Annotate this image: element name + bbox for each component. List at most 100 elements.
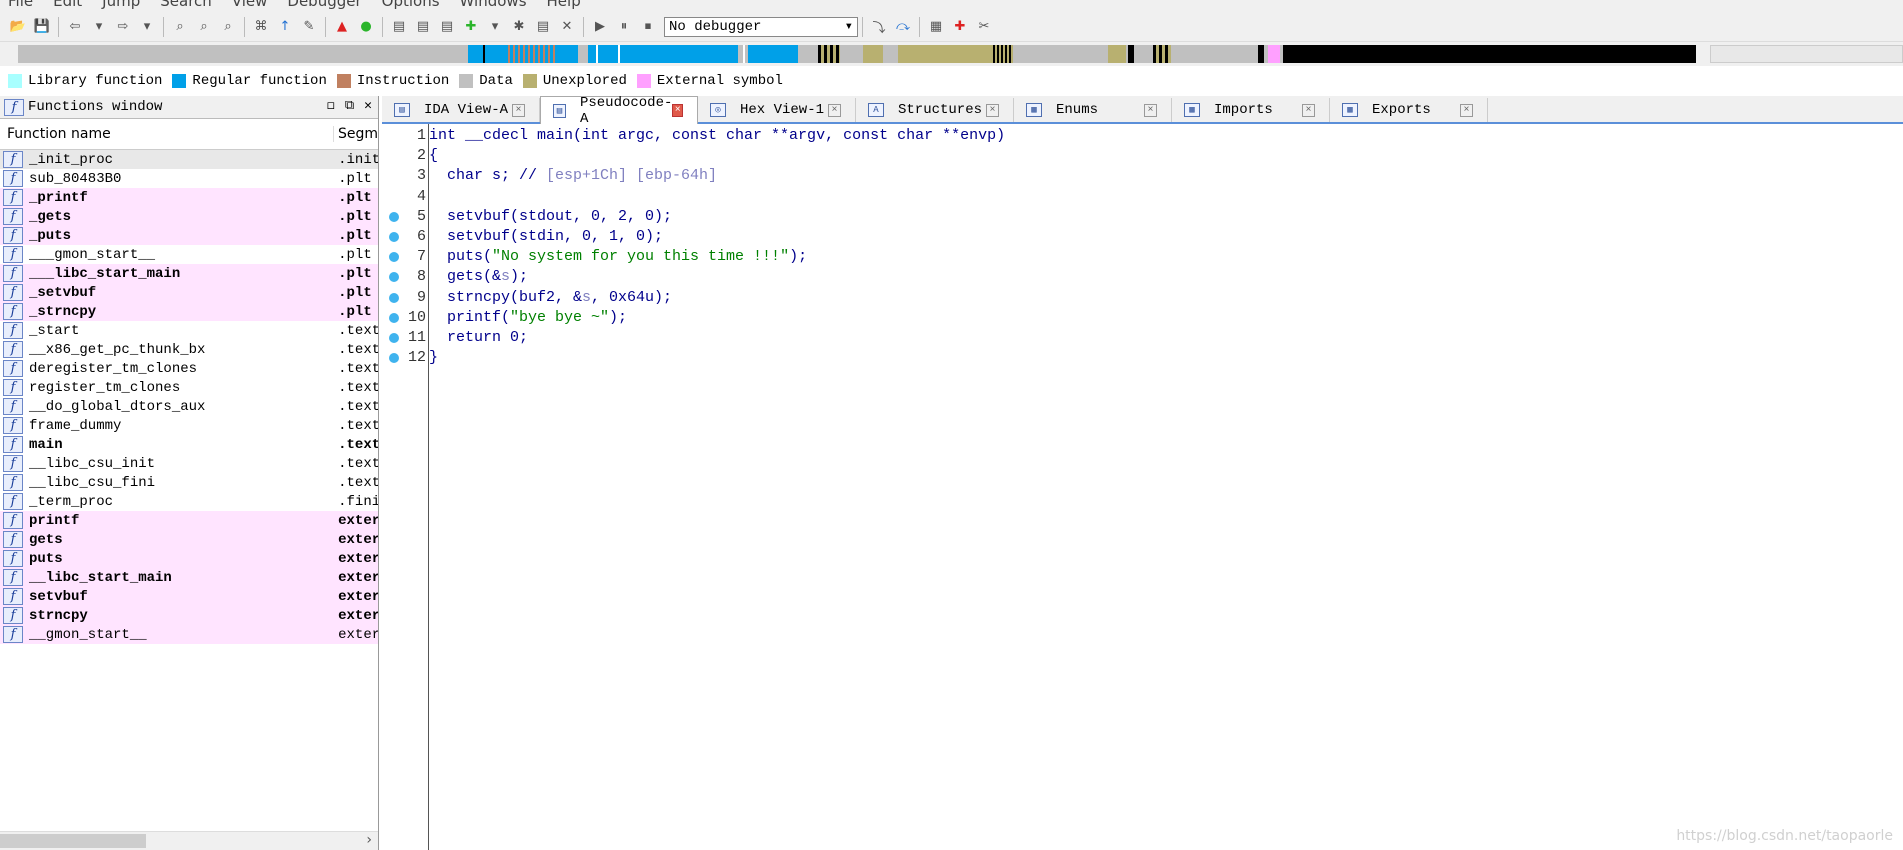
search-immediate-icon[interactable]: ⌕ [219,18,237,36]
function-row[interactable]: fprintf extern [0,511,378,530]
pseudocode-view[interactable]: 1 int __cdecl main(int argc, const char *… [382,124,1903,850]
close-icon[interactable]: × [828,103,841,117]
function-row[interactable]: f _puts .plt [0,226,378,245]
breakpoint-dot-icon[interactable] [389,211,399,222]
pause-icon[interactable]: ⏸ [615,18,633,36]
menu-item-jump[interactable]: Jump [94,0,152,12]
code-line[interactable]: 11 return 0; [382,328,1903,348]
graph-icon[interactable]: ▲ [333,18,351,36]
breakpoint-list-icon[interactable]: ▦ [927,18,945,36]
code-icon[interactable]: ▤ [390,18,408,36]
function-row[interactable]: f __libc_start_main extern [0,568,378,587]
jump-up-icon[interactable]: ↑ [276,18,294,36]
close-icon[interactable]: × [1302,103,1315,117]
menu-item-debugger[interactable]: Debugger [279,0,373,12]
function-row[interactable]: f _start .text [0,321,378,340]
debugger-select[interactable]: No debugger ▾ [664,16,858,37]
menu-item-windows[interactable]: Windows [452,0,539,12]
tab-pseudocode-a[interactable]: ▤ Pseudocode-A × [540,95,698,127]
code-line[interactable]: 3 char s; // [esp+1Ch] [ebp-64h] [382,166,1903,186]
tab-enums[interactable]: ▦ Enums × [1014,98,1172,122]
code-line[interactable]: 1 int __cdecl main(int argc, const char *… [382,126,1903,146]
function-row[interactable]: f ___gmon_start__ .plt [0,245,378,264]
code-line[interactable]: 2{ [382,146,1903,166]
tab-structures[interactable]: A Structures × [856,98,1014,122]
code-line[interactable]: 7 puts("No system for you this time !!!"… [382,247,1903,267]
save-icon[interactable]: 💾 [33,18,51,36]
code-line[interactable]: 8 gets(&s); [382,267,1903,287]
chevron-right-icon[interactable]: › [366,832,372,848]
breakpoint-dot-icon[interactable] [389,252,399,263]
tools-icon[interactable]: ✱ [510,18,528,36]
function-row[interactable]: f __libc_csu_fini .text [0,473,378,492]
search-text-icon[interactable]: ⌕ [171,18,189,36]
navigation-dropdown[interactable] [1710,45,1903,63]
function-row[interactable]: f _gets .plt [0,207,378,226]
menu-item-view[interactable]: View [224,0,280,12]
stop-icon[interactable]: ⏹ [639,18,657,36]
function-row[interactable]: f __gmon_start__ extern [0,625,378,644]
forward-icon[interactable]: ⇨ [114,18,132,36]
breakpoint-dot-icon[interactable] [389,333,399,343]
menu-item-search[interactable]: Search [152,0,224,12]
close-icon[interactable]: ✕ [364,98,372,113]
function-row[interactable]: f register_tm_clones .text [0,378,378,397]
close-icon[interactable]: × [986,103,999,117]
back-icon[interactable]: ⇦ [66,18,84,36]
function-row[interactable]: f __do_global_dtors_aux .text [0,397,378,416]
function-row[interactable]: f __x86_get_pc_thunk_bx .text [0,340,378,359]
function-row[interactable]: f sub_80483B0 .plt [0,169,378,188]
column-header-segment[interactable]: Segm [334,126,378,142]
tab-imports[interactable]: ▦ Imports × [1172,98,1330,122]
add-breakpoint-icon[interactable]: ✚ [951,18,969,36]
tab-exports[interactable]: ▦ Exports × [1330,98,1488,122]
close-icon[interactable]: × [1144,103,1157,117]
function-row[interactable]: f strncpy extern [0,606,378,625]
menu-item-file[interactable]: File [0,0,45,12]
tab-hex-view-1[interactable]: ◎ Hex View-1 × [698,98,856,122]
column-header-function-name[interactable]: Function name [0,126,334,142]
patch-icon[interactable]: ✎ [300,18,318,36]
code-line[interactable]: 12} [382,348,1903,368]
search-next-icon[interactable]: ⌘ [252,18,270,36]
scrollbar-thumb[interactable] [0,834,146,848]
string-icon[interactable]: ▤ [438,18,456,36]
code-line[interactable]: 10 printf("bye bye ~"); [382,308,1903,328]
code-line[interactable]: 4 [382,187,1903,207]
breakpoint-dot-icon[interactable] [389,272,399,283]
function-row[interactable]: f __libc_csu_init .text [0,454,378,473]
function-row[interactable]: f _printf .plt [0,188,378,207]
function-row[interactable]: f setvbuf extern [0,587,378,606]
code-line[interactable]: 5 setvbuf(stdout, 0, 2, 0); [382,207,1903,227]
function-row[interactable]: fputs extern [0,549,378,568]
function-row[interactable]: f frame_dummy .text [0,416,378,435]
open-file-icon[interactable]: 📂 [9,18,27,36]
delete-breakpoint-icon[interactable]: ✂ [975,18,993,36]
function-row[interactable]: f _setvbuf .plt [0,283,378,302]
function-row[interactable]: f _init_proc .init [0,150,378,169]
close-icon[interactable]: × [1460,103,1473,117]
breakpoint-dot-icon[interactable] [389,232,399,242]
undefine-icon[interactable]: ▤ [534,18,552,36]
step-over-icon[interactable]: ⤼ [894,18,912,36]
menu-item-edit[interactable]: Edit [45,0,94,12]
float-icon[interactable]: ⧉ [345,98,354,113]
function-row[interactable]: f main .text [0,435,378,454]
close-icon[interactable]: × [672,104,683,117]
navigation-strip[interactable] [18,45,1696,63]
add-dropdown-icon[interactable]: ▾ [486,18,504,36]
function-row[interactable]: f _strncpy .plt [0,302,378,321]
back-dropdown-icon[interactable]: ▾ [90,18,108,36]
data-icon[interactable]: ▤ [414,18,432,36]
close-icon[interactable]: × [512,103,525,117]
breakpoint-dot-icon[interactable] [389,312,399,323]
play-icon[interactable]: ▶ [591,18,609,36]
forward-dropdown-icon[interactable]: ▾ [138,18,156,36]
step-into-icon[interactable]: ⤵ [870,18,888,36]
menu-item-options[interactable]: Options [374,0,452,12]
menu-item-help[interactable]: Help [539,0,593,12]
close-x-icon[interactable]: ✕ [558,18,576,36]
code-line[interactable]: 9 strncpy(buf2, &s, 0x64u); [382,288,1903,308]
breakpoint-dot-icon[interactable] [389,353,399,364]
breakpoint-dot-icon[interactable] [389,292,399,303]
